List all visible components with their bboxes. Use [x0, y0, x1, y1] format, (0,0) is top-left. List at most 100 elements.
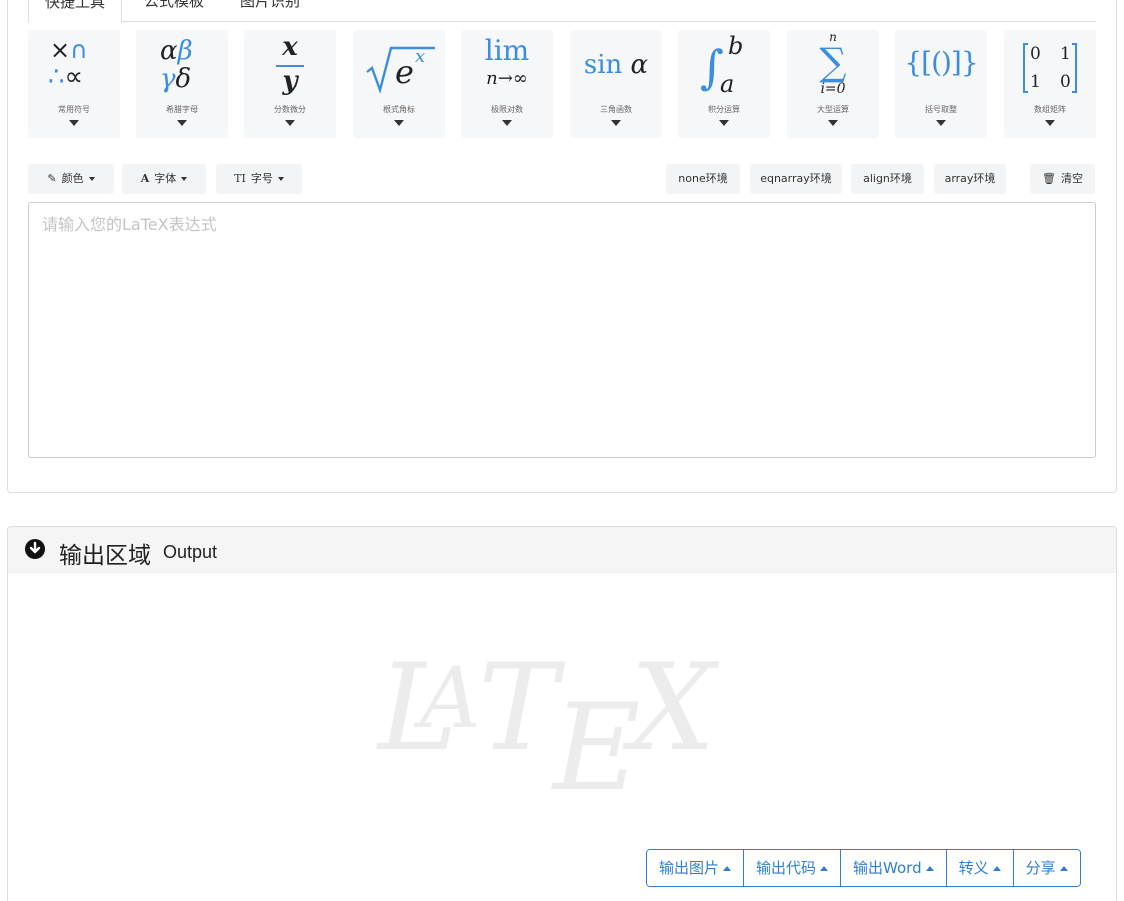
lim-glyph: lim: [484, 34, 530, 67]
output-subtitle: Output: [163, 542, 218, 562]
export-code-label: 输出代码: [756, 859, 817, 877]
eqnarray-env-button[interactable]: eqnarray环境: [750, 164, 842, 194]
tool-label: 括号取整: [925, 105, 957, 114]
tool-trig[interactable]: sin α 三角函数: [570, 30, 662, 138]
color-button[interactable]: ✎ 颜色: [28, 164, 114, 194]
brackets-glyph: {[()]}: [904, 46, 978, 79]
editor-placeholder: 请输入您的LaTeX表达式: [42, 215, 217, 234]
align-env-button[interactable]: align环境: [851, 164, 924, 194]
output-button-group: 输出图片 输出代码 输出Word 转义 分享: [646, 849, 1081, 887]
integral-icon: ∫ b a: [678, 34, 770, 100]
limit-icon: lim n→∞: [461, 34, 553, 100]
tool-label: 极限对数: [491, 105, 523, 114]
tool-common-symbols[interactable]: ×∩ ∴∝ 常用符号: [28, 30, 120, 138]
common-symbols-icon: ×∩ ∴∝: [28, 34, 120, 100]
caret-down-icon: [177, 120, 187, 126]
share-button[interactable]: 分享: [1013, 850, 1080, 886]
caret-down-icon: [1045, 120, 1055, 126]
fraction-icon: x y: [244, 34, 336, 100]
export-word-button[interactable]: 输出Word: [841, 850, 947, 886]
output-header[interactable]: 输出区域 Output: [8, 527, 1116, 573]
caret-up-icon: [925, 866, 934, 871]
paint-brush-icon: ✎: [47, 172, 57, 185]
caret-down-icon: [828, 120, 838, 126]
caret-down-icon: [88, 177, 95, 181]
tool-label: 常用符号: [58, 105, 90, 114]
clear-button[interactable]: 🗑 清空: [1030, 164, 1095, 194]
tool-matrix[interactable]: 0 1 1 0 数组矩阵: [1004, 30, 1096, 138]
greek-letters-icon: αβ γδ: [136, 34, 228, 100]
matrix-cell: 0: [1030, 44, 1041, 64]
cap-glyph: ∩: [70, 36, 88, 64]
tool-brackets[interactable]: {[()]} 括号取整: [895, 30, 987, 138]
tool-label: 希腊字母: [166, 105, 198, 114]
array-env-button[interactable]: array环境: [934, 164, 1006, 194]
caret-up-icon: [723, 866, 732, 871]
tool-label: 数组矩阵: [1034, 105, 1066, 114]
upper-bound-glyph: b: [728, 32, 744, 60]
svg-text:X: X: [622, 649, 720, 778]
lower-bound-glyph: a: [720, 70, 735, 98]
tool-label: 分数微分: [274, 105, 306, 114]
numerator-glyph: x: [282, 32, 298, 62]
tool-greek-letters[interactable]: αβ γδ 希腊字母: [136, 30, 228, 138]
sigma-glyph: ∑: [819, 40, 847, 84]
output-title: 输出区域: [59, 543, 151, 569]
tool-limit[interactable]: lim n→∞ 极限对数: [461, 30, 553, 138]
tool-label: 大型运算: [817, 105, 849, 114]
caret-up-icon: [1059, 866, 1068, 871]
caret-up-icon: [820, 866, 829, 871]
tool-label: 根式角标: [383, 105, 415, 114]
tool-sum[interactable]: n ∑ i=0 大型运算: [787, 30, 879, 138]
base-glyph: e: [395, 53, 414, 91]
export-word-label: 输出Word: [853, 859, 922, 877]
caret-down-icon: [936, 120, 946, 126]
tab-image-recognition[interactable]: 图片识别: [224, 0, 316, 22]
latex-watermark-logo: L A T E X: [376, 649, 720, 799]
escape-label: 转义: [958, 859, 989, 877]
export-image-button[interactable]: 输出图片: [647, 850, 745, 886]
trig-icon: sin α: [570, 34, 662, 100]
tool-radical[interactable]: e x 根式角标: [353, 30, 445, 138]
denominator-glyph: y: [282, 66, 298, 96]
tool-integral[interactable]: ∫ b a 积分运算: [678, 30, 770, 138]
caret-down-icon: [277, 177, 284, 181]
clear-button-label: 清空: [1060, 172, 1083, 185]
tab-formula-templates[interactable]: 公式模板: [128, 0, 220, 22]
svg-text:A: A: [413, 649, 481, 747]
caret-down-icon: [285, 120, 295, 126]
font-size-button[interactable]: TI 字号: [216, 164, 302, 194]
tool-fraction[interactable]: x y 分数微分: [244, 30, 336, 138]
color-button-label: 颜色: [61, 172, 84, 185]
export-code-button[interactable]: 输出代码: [744, 850, 842, 886]
beta-glyph: β: [177, 36, 193, 66]
sin-arg-glyph: α: [630, 50, 649, 80]
matrix-icon: 0 1 1 0: [1004, 34, 1096, 100]
matrix-cell: 1: [1060, 44, 1071, 64]
matrix-cell: 0: [1060, 72, 1071, 92]
sum-lower-glyph: i=0: [820, 81, 846, 97]
matrix-cell: 1: [1030, 72, 1041, 92]
tab-quick-tools[interactable]: 快捷工具: [28, 0, 123, 23]
latex-editor[interactable]: 请输入您的LaTeX表达式: [28, 202, 1096, 458]
escape-button[interactable]: 转义: [946, 850, 1014, 886]
sum-icon: n ∑ i=0: [787, 30, 879, 100]
propto-glyph: ∝: [64, 62, 84, 92]
matrix-brackets: [1023, 43, 1077, 93]
lim-subscript: n→∞: [486, 68, 528, 89]
font-icon: A: [140, 172, 150, 185]
share-label: 分享: [1025, 859, 1056, 877]
tab-bar: 快捷工具 公式模板 图片识别: [28, 0, 1096, 23]
input-panel: 快捷工具 公式模板 图片识别 ×∩ ∴∝ 常用符号 α β γδ 希腊字母 x y…: [7, 0, 1117, 493]
output-panel: 输出区域 Output L A T E X 输出图片 输出代码 输出Word 转…: [7, 526, 1117, 901]
none-env-button[interactable]: none环境: [666, 164, 740, 194]
gamma-glyph: γ: [160, 64, 176, 94]
sin-glyph: sin: [583, 50, 623, 80]
caret-down-icon: [69, 120, 79, 126]
brackets-icon: {[()]}: [895, 34, 987, 100]
quick-tools-row: ×∩ ∴∝ 常用符号 αβ γδ 希腊字母 x y 分数微分 e x 根式角标 …: [28, 30, 1098, 138]
font-button[interactable]: A 字体: [122, 164, 206, 194]
svg-text:E: E: [551, 679, 641, 799]
trash-icon: 🗑: [1042, 172, 1056, 185]
tool-label: 三角函数: [600, 105, 632, 114]
